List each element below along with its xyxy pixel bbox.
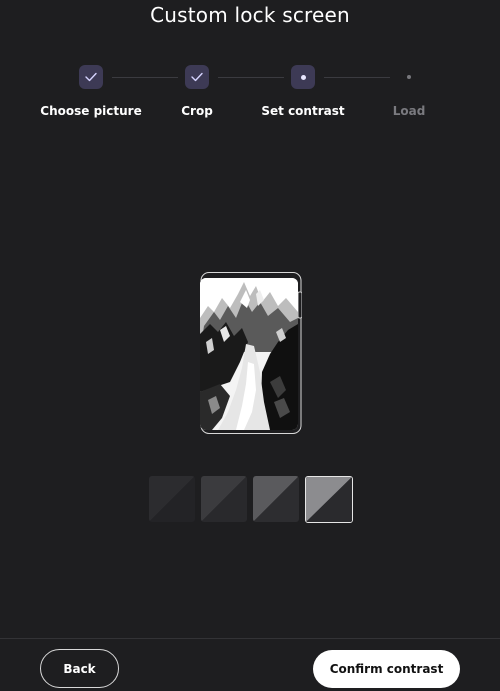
contrast-option-1[interactable]: [149, 476, 195, 522]
contrast-swatch-graphic: [201, 476, 247, 522]
dot-icon: [407, 75, 411, 79]
step-complete-indicator: [185, 65, 209, 89]
dot-icon: [300, 74, 306, 80]
contrast-swatch-graphic: [306, 477, 352, 522]
confirm-contrast-button[interactable]: Confirm contrast: [313, 650, 460, 688]
footer-divider: [0, 638, 500, 639]
step-set-contrast: Set contrast: [243, 64, 363, 118]
lock-screen-preview: [200, 272, 303, 435]
step-pending-indicator: [397, 65, 421, 89]
check-icon: [85, 72, 97, 82]
step-label: Load: [392, 104, 426, 118]
step-label: Choose picture: [40, 104, 142, 118]
contrast-option-3[interactable]: [253, 476, 299, 522]
back-button[interactable]: Back: [40, 649, 119, 688]
contrast-selector: [149, 476, 353, 523]
step-label: Set contrast: [261, 104, 345, 118]
device-preview-image: [200, 272, 303, 434]
check-icon: [191, 72, 203, 82]
step-label: Crop: [181, 104, 213, 118]
page-title: Custom lock screen: [150, 3, 350, 27]
stepper: Choose picture Crop Set contrast Load: [0, 64, 500, 124]
step-load: Load: [349, 64, 469, 118]
step-choose-picture: Choose picture: [31, 64, 151, 118]
contrast-option-2[interactable]: [201, 476, 247, 522]
contrast-option-4-selected[interactable]: [305, 476, 353, 523]
step-complete-indicator: [79, 65, 103, 89]
contrast-swatch-graphic: [149, 476, 195, 522]
step-current-indicator: [291, 65, 315, 89]
contrast-swatch-graphic: [253, 476, 299, 522]
step-crop: Crop: [137, 64, 257, 118]
